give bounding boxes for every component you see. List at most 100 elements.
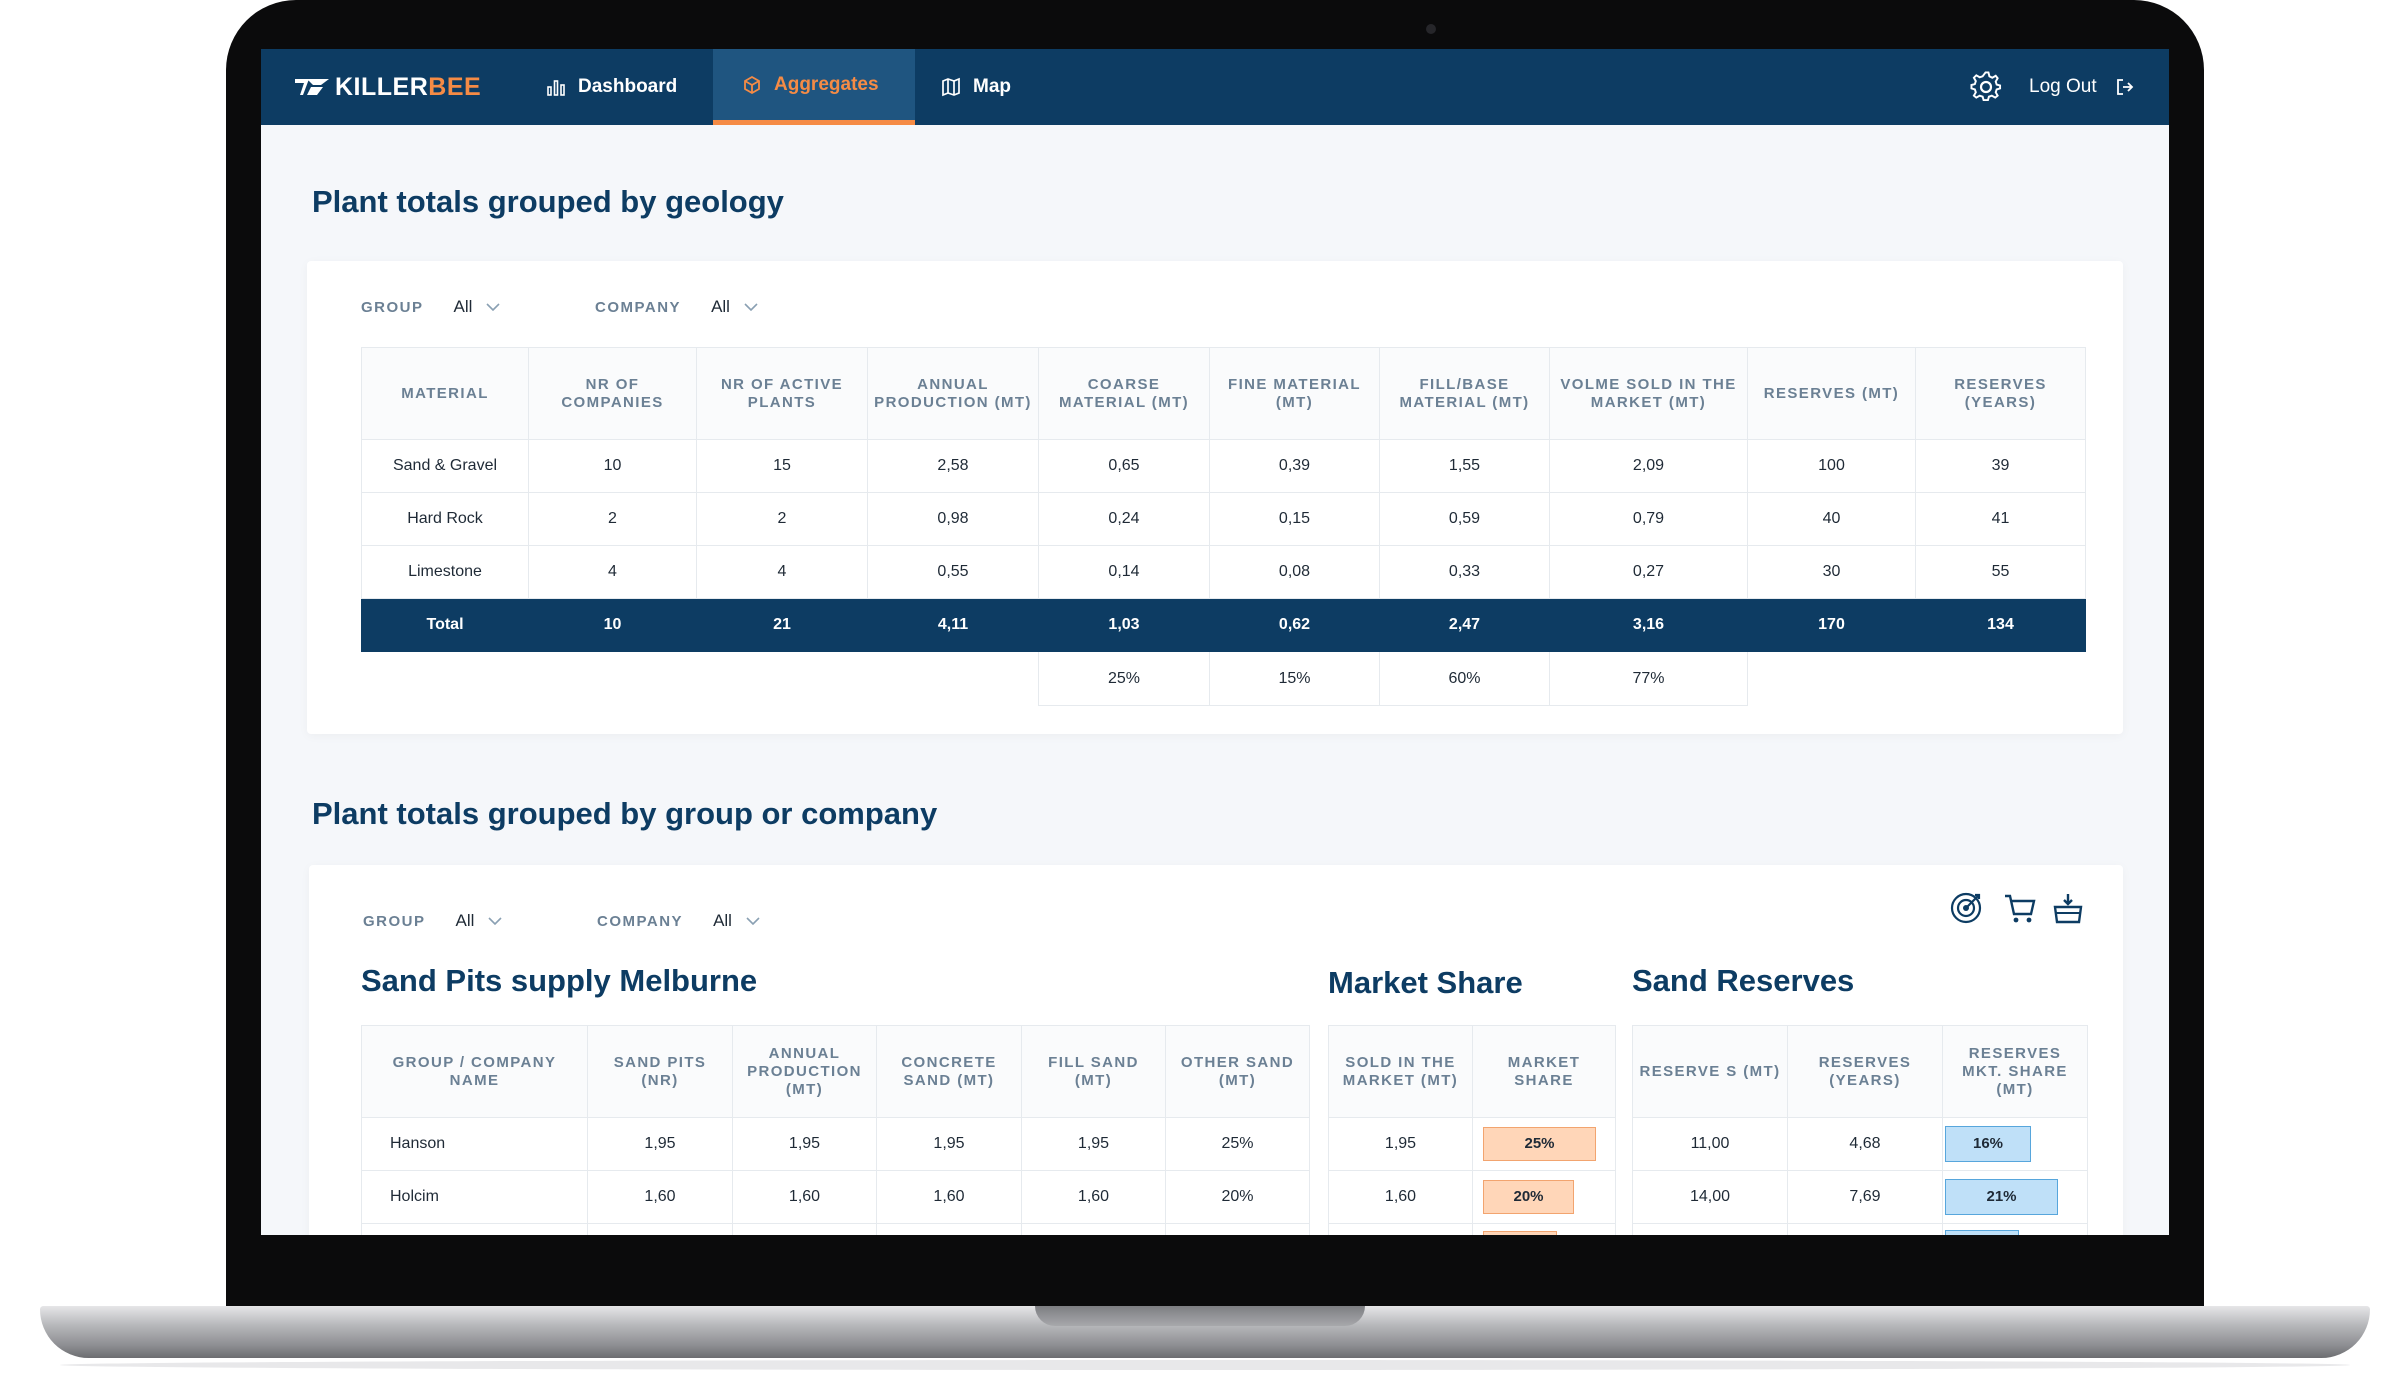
logout-label: Log Out (2029, 76, 2097, 97)
market-header-row: SOLD IN THE MARKET (MT) MARKET SHARE (1328, 1025, 1616, 1118)
table-cell: 14,00 (1632, 1170, 1788, 1224)
brand-suffix: BEE (428, 72, 482, 101)
geology-card: GROUP All COMPANY All MATERIAL NR OF COM… (307, 261, 2123, 734)
basket-icon[interactable] (2051, 891, 2085, 925)
app-screen: KILLERBEE Dashboard Aggregates Map Log O… (261, 49, 2169, 1235)
target-icon[interactable] (1949, 891, 1983, 925)
nav-aggregates[interactable]: Aggregates (713, 49, 915, 125)
table-cell: 11,00 (1632, 1117, 1788, 1171)
cart-icon[interactable] (2003, 891, 2037, 925)
percent-cell: 15% (1209, 651, 1380, 706)
group-filter-label: GROUP (361, 298, 424, 316)
table-row[interactable] (1632, 1223, 2088, 1235)
table-cell: 39 (1915, 439, 2086, 493)
settings-button[interactable] (1970, 49, 2002, 125)
chevron-down-icon (746, 917, 760, 925)
table-row[interactable]: 1,60 20% (1328, 1170, 1616, 1224)
col-material: MATERIAL (361, 347, 529, 440)
company-filter-value: All (711, 297, 730, 316)
group-filter-value: All (455, 911, 475, 930)
table-cell: 0,79 (1549, 492, 1748, 546)
total-cell: 1,03 (1038, 598, 1210, 652)
company-group-filter[interactable]: GROUP All (363, 911, 502, 931)
table-cell: 0,27 (1549, 545, 1748, 599)
table-row[interactable] (361, 1223, 1310, 1235)
table-cell: 100 (1747, 439, 1916, 493)
col-volume-sold: VOLME SOLD IN THE MARKET (MT) (1549, 347, 1748, 440)
reserves-header-row: RESERVE S (MT) RESERVES (YEARS) RESERVES… (1632, 1025, 2088, 1118)
company-section-title: Plant totals grouped by group or company (312, 796, 938, 831)
col-sold-in-market: SOLD IN THE MARKET (MT) (1328, 1025, 1473, 1118)
total-cell: 3,16 (1549, 598, 1748, 652)
table-row[interactable]: Hard Rock 2 2 0,98 0,24 0,15 0,59 0,79 4… (361, 492, 2086, 546)
gear-icon (1970, 71, 2002, 102)
table-cell: 0,24 (1038, 492, 1210, 546)
table-cell: 0,33 (1379, 545, 1550, 599)
table-cell: 40 (1747, 492, 1916, 546)
reserves-share-cell: 16% (1942, 1117, 2088, 1171)
bee-logo-icon (295, 79, 329, 95)
reserves-table: RESERVE S (MT) RESERVES (YEARS) RESERVES… (1632, 1025, 2088, 1235)
table-cell: 15 (696, 439, 868, 493)
table-row[interactable]: 11,00 4,68 16% (1632, 1117, 2088, 1171)
col-reserves-mt: RESERVE S (MT) (1632, 1025, 1788, 1118)
col-other-sand: OTHER SAND (MT) (1165, 1025, 1310, 1118)
supply-table: GROUP / COMPANY NAME SAND PITS (NR) ANNU… (361, 1025, 1310, 1235)
table-cell: 20% (1165, 1170, 1310, 1224)
table-row[interactable]: Limestone 4 4 0,55 0,14 0,08 0,33 0,27 3… (361, 545, 2086, 599)
company-filter-label: COMPANY (595, 298, 682, 316)
market-share-title: Market Share (1328, 965, 1523, 1000)
col-sand-pits: SAND PITS (NR) (587, 1025, 733, 1118)
market-share-table: SOLD IN THE MARKET (MT) MARKET SHARE 1,9… (1328, 1025, 1616, 1235)
table-row[interactable] (1328, 1223, 1616, 1235)
company-card: GROUP All COMPANY All Sand Pits supply M… (309, 865, 2123, 1235)
geology-table: MATERIAL NR OF COMPANIES NR OF ACTIVE PL… (361, 347, 2086, 706)
col-market-share: MARKET SHARE (1472, 1025, 1616, 1118)
table-cell: Sand & Gravel (361, 439, 529, 493)
table-cell: 0,15 (1209, 492, 1380, 546)
table-cell: 1,60 (1021, 1170, 1166, 1224)
top-nav: KILLERBEE Dashboard Aggregates Map Log O… (261, 49, 2169, 125)
table-cell: 2,58 (867, 439, 1039, 493)
table-row[interactable]: Holcim 1,60 1,60 1,60 1,60 20% (361, 1170, 1310, 1224)
empty-cell (362, 652, 1039, 706)
group-filter-value: All (453, 297, 473, 316)
nav-map-label: Map (973, 76, 1011, 97)
supply-header-row: GROUP / COMPANY NAME SAND PITS (NR) ANNU… (361, 1025, 1310, 1118)
geology-company-filter[interactable]: COMPANY All (595, 297, 758, 317)
table-row[interactable]: Hanson 1,95 1,95 1,95 1,95 25% (361, 1117, 1310, 1171)
table-row[interactable]: 14,00 7,69 21% (1632, 1170, 2088, 1224)
logout-button[interactable]: Log Out (2029, 49, 2135, 125)
nav-dashboard[interactable]: Dashboard (546, 49, 677, 125)
brand-logo[interactable]: KILLERBEE (293, 73, 481, 101)
table-cell: 0,08 (1209, 545, 1380, 599)
company-company-filter[interactable]: COMPANY All (597, 911, 760, 931)
company-name-cell: Hanson (361, 1117, 588, 1171)
table-row[interactable]: Sand & Gravel 10 15 2,58 0,65 0,39 1,55 … (361, 439, 2086, 493)
table-cell: 2,09 (1549, 439, 1748, 493)
brand-prefix: KILLER (335, 72, 429, 101)
table-cell: 1,60 (876, 1170, 1022, 1224)
table-cell: 0,55 (867, 545, 1039, 599)
table-cell: 1,95 (1328, 1117, 1473, 1171)
laptop-shadow (60, 1360, 2350, 1370)
table-cell: 1,95 (876, 1117, 1022, 1171)
col-nr-companies: NR OF COMPANIES (528, 347, 697, 440)
bar-chart-icon (547, 80, 565, 96)
reserves-share-bar: 21% (1945, 1179, 2058, 1215)
table-cell: 41 (1915, 492, 2086, 546)
col-concrete-sand: CONCRETE SAND (MT) (876, 1025, 1022, 1118)
total-cell: 2,47 (1379, 598, 1550, 652)
total-row[interactable]: Total 10 21 4,11 1,03 0,62 2,47 3,16 170… (361, 598, 2086, 652)
col-fill-sand: FILL SAND (MT) (1021, 1025, 1166, 1118)
table-row[interactable]: 1,95 25% (1328, 1117, 1616, 1171)
percent-cell: 60% (1379, 651, 1550, 706)
geology-group-filter[interactable]: GROUP All (361, 297, 500, 317)
chevron-down-icon (488, 917, 502, 925)
table-cell: 0,14 (1038, 545, 1210, 599)
nav-map[interactable]: Map (941, 49, 1011, 125)
total-cell: 134 (1915, 598, 2086, 652)
percent-row: 25% 15% 60% 77% (362, 651, 2086, 706)
table-cell: Hard Rock (361, 492, 529, 546)
total-cell: 10 (528, 598, 697, 652)
